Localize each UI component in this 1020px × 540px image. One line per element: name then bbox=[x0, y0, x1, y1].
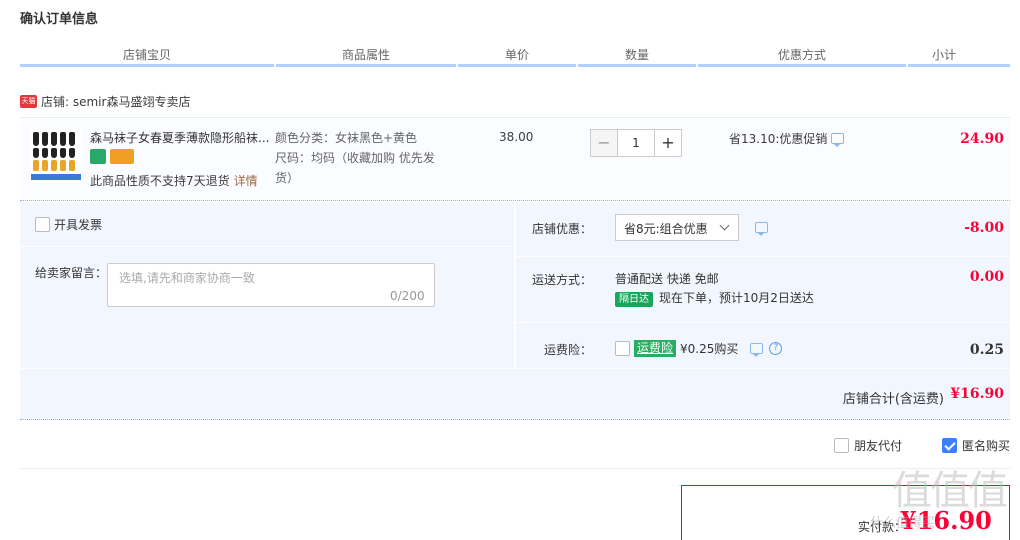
shop-row: 天猫 店铺: semir森马盛翊专卖店 bbox=[20, 92, 190, 110]
tmall-icon: 天猫 bbox=[20, 94, 37, 108]
return-notice-text: 此商品性质不支持7天退货 bbox=[90, 174, 230, 188]
shipping-eta: 现在下单，预计10月2日送达 bbox=[659, 291, 814, 305]
column-header-subtotal: 小计 bbox=[931, 48, 956, 62]
unit-price: 38.00 bbox=[499, 130, 534, 144]
column-header-quantity: 数量 bbox=[624, 48, 649, 62]
increase-button[interactable]: + bbox=[654, 129, 682, 157]
message-icon[interactable] bbox=[831, 133, 845, 147]
column-header-discount: 优惠方式 bbox=[777, 48, 826, 62]
header-divider bbox=[20, 64, 1010, 67]
column-header-attributes: 商品属性 bbox=[341, 48, 390, 62]
friend-pay-option[interactable]: 朋友代付 bbox=[834, 437, 902, 454]
card-badge-icon bbox=[110, 149, 134, 164]
attr-color: 颜色分类：女袜黑色+黄色 bbox=[275, 131, 418, 145]
anonymous-label: 匿名购买 bbox=[962, 439, 1011, 453]
help-icon[interactable]: ? bbox=[769, 342, 783, 355]
message-icon[interactable] bbox=[750, 343, 764, 357]
product-thumbnail[interactable] bbox=[30, 130, 82, 182]
invoice-checkbox[interactable] bbox=[35, 217, 50, 232]
message-placeholder: 选填,请先和商家协商一致 bbox=[119, 271, 255, 285]
quantity-input[interactable]: 1 bbox=[618, 129, 654, 157]
insurance-price: ¥0.25购买 bbox=[680, 342, 739, 356]
divider bbox=[20, 468, 1010, 469]
service-badges bbox=[90, 149, 134, 164]
message-char-count: 0/200 bbox=[390, 289, 425, 303]
promo-text: 省13.10:优惠促销 bbox=[729, 132, 828, 146]
insurance-value: 0.25 bbox=[969, 342, 1004, 358]
header-separator bbox=[456, 64, 458, 67]
header-separator bbox=[576, 64, 578, 67]
quantity-stepper: − 1 + bbox=[590, 129, 682, 157]
shop-total-value: ¥16.90 bbox=[950, 386, 1004, 402]
item-promo: 省13.10:优惠促销 bbox=[729, 130, 845, 147]
shop-name[interactable]: 店铺: semir森马盛翊专卖店 bbox=[41, 93, 190, 110]
header-separator bbox=[274, 64, 276, 67]
decrease-button[interactable]: − bbox=[590, 129, 618, 157]
chevron-down-icon bbox=[719, 220, 730, 231]
watermark-site: 什么值得买 bbox=[870, 516, 936, 531]
return-notice: 此商品性质不支持7天退货 详情 bbox=[90, 172, 258, 189]
detail-link[interactable]: 详情 bbox=[234, 174, 258, 188]
discount-value: -8.00 bbox=[964, 220, 1004, 236]
insurance-checkbox[interactable] bbox=[615, 341, 630, 356]
friend-pay-label: 朋友代付 bbox=[854, 439, 903, 453]
discount-select[interactable]: 省8元:组合优惠 bbox=[615, 214, 739, 241]
shipping-value: 0.00 bbox=[969, 269, 1004, 285]
shipping-info: 普通配送 快递 免邮 隔日达 现在下单，预计10月2日送达 bbox=[615, 270, 814, 308]
shop-total-label: 店铺合计(含运费) bbox=[842, 392, 944, 407]
friend-pay-checkbox[interactable] bbox=[834, 438, 849, 453]
message-icon[interactable] bbox=[755, 222, 768, 236]
panel-divider bbox=[516, 322, 1010, 323]
invoice-option[interactable]: 开具发票 bbox=[35, 216, 102, 233]
header-separator bbox=[696, 64, 698, 67]
watermark-logo: 值值值 bbox=[892, 468, 1008, 514]
discount-selected: 省8元:组合优惠 bbox=[624, 222, 708, 236]
shipping-label: 运送方式： bbox=[531, 273, 592, 287]
message-label: 给卖家留言： bbox=[35, 266, 108, 280]
panel-divider bbox=[20, 246, 514, 247]
next-day-badge: 隔日达 bbox=[615, 292, 653, 307]
panel-divider bbox=[516, 256, 1010, 257]
shipping-method: 普通配送 快递 免邮 bbox=[615, 272, 719, 286]
anonymous-option[interactable]: 匿名购买 bbox=[942, 437, 1010, 454]
header-separator bbox=[906, 64, 908, 67]
product-name[interactable]: 森马袜子女春夏季薄款隐形船袜... bbox=[90, 129, 270, 146]
insurance-label: 运费险： bbox=[543, 343, 592, 357]
discount-label: 店铺优惠： bbox=[531, 222, 592, 236]
column-header-price: 单价 bbox=[504, 48, 529, 62]
invoice-label: 开具发票 bbox=[54, 218, 103, 232]
item-subtotal: 24.90 bbox=[960, 131, 1004, 147]
column-header-item: 店铺宝贝 bbox=[122, 48, 171, 62]
attr-size: 尺码：均码（收藏加购 优先发货） bbox=[275, 151, 435, 185]
page-title: 确认订单信息 bbox=[20, 12, 99, 27]
insurance-option: 运费险 ¥0.25购买 ? bbox=[615, 340, 783, 357]
anonymous-checkbox[interactable] bbox=[942, 438, 957, 453]
service-badge-icon bbox=[90, 149, 106, 164]
insurance-tag[interactable]: 运费险 bbox=[634, 340, 677, 357]
